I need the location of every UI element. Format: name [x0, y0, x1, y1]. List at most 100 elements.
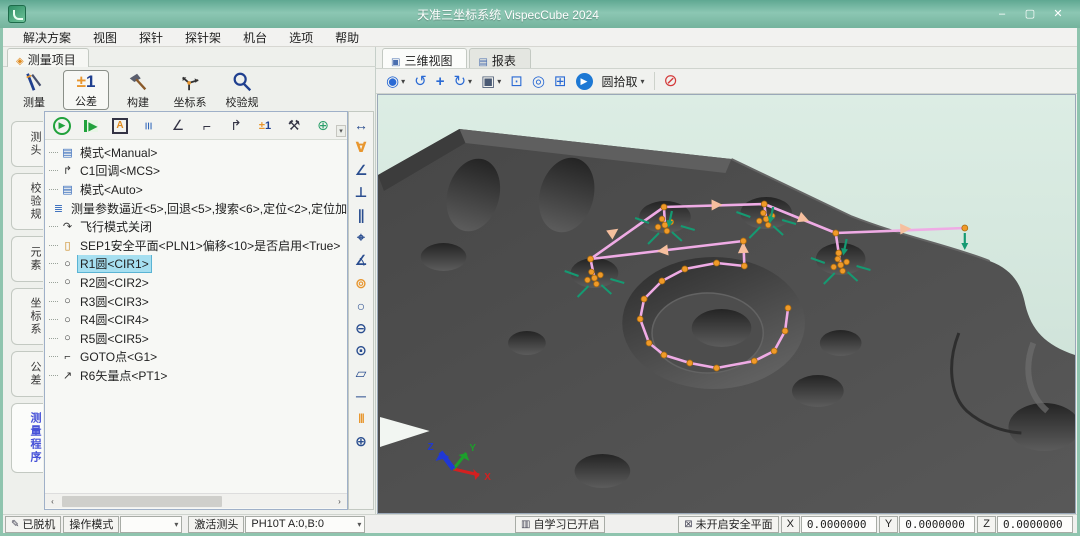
menu-bar: 解决方案 视图 探针 探针架 机台 选项 帮助: [3, 28, 1077, 47]
tree-item-vector-point[interactable]: ↗R6矢量点<PT1>: [49, 366, 347, 385]
title-bar: 天准三坐标系统 VispecCube 2024 – ▢ ✕: [0, 0, 1080, 28]
step-run-button[interactable]: ▶: [80, 115, 102, 137]
tree-item-circle-r1[interactable]: ○R1圆<CIR1>: [49, 255, 347, 274]
orbit-button[interactable]: ↺: [414, 72, 427, 90]
construct-tool-button[interactable]: ⚒: [283, 115, 305, 137]
coordinate-system-button-label: 坐标系: [174, 94, 207, 110]
tolerance-tool-button[interactable]: ±1: [254, 115, 276, 137]
maximize-button[interactable]: ▢: [1018, 5, 1042, 23]
angularity-icon[interactable]: ∡: [351, 251, 371, 271]
scroll-right-arrow[interactable]: ›: [332, 494, 347, 509]
menu-machine[interactable]: 机台: [233, 27, 277, 48]
flatness-icon[interactable]: ▱: [351, 364, 371, 384]
tree-item-recall-mcs[interactable]: ↱C1回调<MCS>: [49, 162, 347, 181]
parameters-button[interactable]: ≡: [138, 115, 160, 137]
minimize-button[interactable]: –: [990, 5, 1014, 23]
tab-tolerance[interactable]: 公差: [11, 351, 43, 397]
tree-item-circle-r4[interactable]: ○R4圆<CIR4>: [49, 310, 347, 329]
tree-horizontal-scrollbar[interactable]: ‹ ›: [45, 493, 347, 508]
distance-icon[interactable]: ↔: [351, 115, 371, 135]
rotate-button[interactable]: ↻▾: [453, 72, 472, 90]
probe-stop-button[interactable]: ⊘: [664, 71, 678, 91]
tree-item-circle-r3[interactable]: ○R3圆<CIR3>: [49, 292, 347, 311]
angle-between-icon[interactable]: ∀: [351, 138, 371, 158]
view-cube-button[interactable]: ▣▾: [481, 72, 501, 90]
close-button[interactable]: ✕: [1046, 5, 1070, 23]
tab-coordinate-systems[interactable]: 坐标系: [11, 288, 43, 345]
menu-help[interactable]: 帮助: [325, 27, 369, 48]
tree-item-measure-params[interactable]: ≣测量参数逼近<5>,回退<5>,搜索<6>,定位<2>,定位加<2>,测量: [49, 199, 347, 218]
pan-button[interactable]: +: [436, 73, 445, 90]
tab-elements[interactable]: 元素: [11, 236, 43, 282]
tree-item-mode-manual[interactable]: ▤模式<Manual>: [49, 143, 347, 162]
toolbar-overflow-button[interactable]: ▾: [336, 125, 346, 137]
gauge-check-button[interactable]: 校验规: [219, 70, 265, 110]
capture-view-button[interactable]: ⊞: [554, 72, 567, 90]
play-measure-button[interactable]: ▶: [576, 73, 593, 90]
roundness-icon[interactable]: ○: [351, 296, 371, 316]
goto-button[interactable]: ⌐: [196, 115, 218, 137]
main-toolbar: 测量 ±1 公差 构建 坐标系 校: [5, 68, 374, 112]
x-axis-label: X: [781, 516, 800, 533]
tree-item-label: R4圆<CIR4>: [78, 311, 151, 328]
play-circle-icon: ▶: [576, 73, 593, 90]
tab-report[interactable]: ▤报表: [469, 48, 530, 68]
symmetry-icon[interactable]: |||: [351, 409, 371, 429]
tab-3d-view[interactable]: ▣三维视图: [382, 48, 467, 68]
tab-measurement-items[interactable]: ◈测量项目: [7, 48, 89, 67]
menu-probe-rack[interactable]: 探针架: [175, 27, 231, 48]
tolerance-button[interactable]: ±1 公差: [63, 70, 109, 110]
tree-item-safety-plane[interactable]: ▯SEP1安全平面<PLN1>偏移<10>是否启用<True>: [49, 236, 347, 255]
measure-button[interactable]: 测量: [11, 70, 57, 110]
tree-item-label: R3圆<CIR3>: [78, 293, 151, 310]
perpendicularity-icon[interactable]: ⊥: [351, 183, 371, 203]
tree-item-circle-r2[interactable]: ○R2圆<CIR2>: [49, 273, 347, 292]
active-probe-dropdown[interactable]: PH10T A:0,B:0 ▾: [245, 516, 365, 533]
view-panel: ▣三维视图 ▤报表 ◉▾ ↺ + ↻▾ ▣▾ ⊡ ◎ ⊞ ▶ 圆拾取▾ ⊘: [376, 47, 1077, 514]
zoom-fit-icon: ⊡: [510, 72, 523, 90]
run-button[interactable]: ▶: [51, 115, 73, 137]
safety-plane-icon: ▯: [60, 239, 75, 252]
menu-probe[interactable]: 探针: [129, 27, 173, 48]
coordinate-system-button[interactable]: 坐标系: [167, 70, 213, 110]
menu-options[interactable]: 选项: [279, 27, 323, 48]
tab-probe[interactable]: 测头: [11, 121, 43, 167]
chevron-down-icon: ▾: [174, 520, 178, 529]
axis-small-icon: ↱: [230, 117, 242, 134]
true-position-icon[interactable]: ⊕: [351, 431, 371, 451]
tab-gauge[interactable]: 校验规: [11, 173, 43, 230]
tab-measure-program[interactable]: 测量程序: [11, 403, 43, 473]
visibility-button[interactable]: ◉▾: [386, 72, 405, 90]
circle-icon: ○: [60, 332, 75, 344]
profile-icon[interactable]: ⊚: [351, 273, 371, 293]
scrollbar-thumb[interactable]: [62, 496, 222, 507]
measure-tool-button[interactable]: ∠: [167, 115, 189, 137]
tree-item-goto-point[interactable]: ⌐GOTO点<G1>: [49, 348, 347, 367]
menu-view[interactable]: 视图: [83, 27, 127, 48]
straightness-icon[interactable]: ─: [351, 386, 371, 406]
scroll-left-arrow[interactable]: ‹: [45, 494, 60, 509]
caliper-small-icon: ∠: [172, 117, 185, 134]
operation-mode-text: 操作模式: [69, 516, 113, 532]
coordsys-tool-button[interactable]: ↱: [225, 115, 247, 137]
angle-icon[interactable]: ∠: [351, 160, 371, 180]
tree-item-circle-r5[interactable]: ○R5圆<CIR5>: [49, 329, 347, 348]
position-icon[interactable]: ⌖: [351, 228, 371, 248]
compass-icon: ⊕: [317, 117, 329, 134]
construct-button[interactable]: 构建: [115, 70, 161, 110]
cylindricity-icon[interactable]: ⊖: [351, 318, 371, 338]
self-learn-status: ▥ 自学习已开启: [515, 516, 605, 533]
runout-icon[interactable]: ⊙: [351, 341, 371, 361]
circle-pick-dropdown[interactable]: 圆拾取▾: [602, 73, 645, 90]
probe-path-button[interactable]: ⊕: [312, 115, 334, 137]
3d-viewport[interactable]: X Y Z: [377, 94, 1076, 514]
parallelism-icon[interactable]: ∥: [351, 205, 371, 225]
zoom-fit-button[interactable]: ⊡: [510, 72, 523, 90]
tree-item-mode-auto[interactable]: ▤模式<Auto>: [49, 180, 347, 199]
operation-mode-dropdown[interactable]: ▾: [120, 516, 182, 533]
tree-item-fly-mode[interactable]: ↷飞行模式关闭: [49, 217, 347, 236]
program-report-button[interactable]: A: [109, 115, 131, 137]
menu-solution[interactable]: 解决方案: [13, 27, 81, 48]
locate-button[interactable]: ◎: [532, 72, 545, 90]
chevron-down-icon: ▾: [357, 520, 361, 529]
